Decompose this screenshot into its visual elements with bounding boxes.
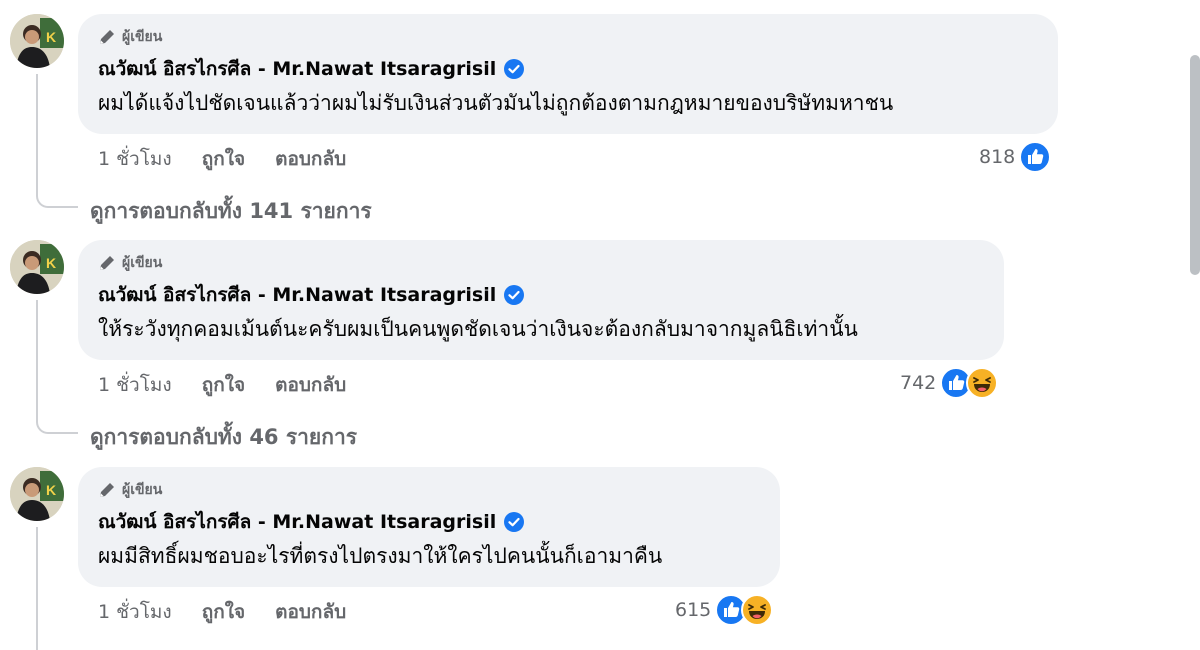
comment-actions: 1 ชั่วโมง ถูกใจ ตอบกลับ <box>98 144 346 174</box>
like-reaction-icon <box>1019 141 1052 173</box>
pencil-icon <box>98 28 116 46</box>
author-badge-label: ผู้เขียน <box>122 29 163 45</box>
comment-text: ผมมีสิทธิ์ผมชอบอะไรที่ตรงไปตรงมาให้ใครไป… <box>98 544 663 568</box>
reaction-summary[interactable]: 615 <box>675 594 774 626</box>
like-button[interactable]: ถูกใจ <box>202 597 245 627</box>
avatar[interactable]: K <box>10 14 64 68</box>
reaction-count: 742 <box>900 372 937 394</box>
pencil-icon <box>98 481 116 499</box>
commenter-name[interactable]: ณวัฒน์ อิสรไกรศีล - Mr.Nawat Itsaragrisi… <box>98 54 496 84</box>
scrollbar-thumb[interactable] <box>1190 55 1200 275</box>
like-button[interactable]: ถูกใจ <box>202 370 245 400</box>
pencil-icon <box>98 254 116 272</box>
like-button[interactable]: ถูกใจ <box>202 144 245 174</box>
view-replies-link[interactable]: ดูการตอบกลับทั้ง 46 รายการ <box>90 421 357 454</box>
view-replies-link[interactable]: ดูการตอบกลับทั้ง 141 รายการ <box>90 195 372 228</box>
comment-text: ผมได้แจ้งไปชัดเจนแล้วว่าผมไม่รับเงินส่วน… <box>98 91 894 115</box>
comment-bubble: ผู้เขียน ณวัฒน์ อิสรไกรศีล - Mr.Nawat It… <box>78 467 780 587</box>
comment: K ผู้เขียน ณวัฒน์ อิสรไกรศีล - Mr.Nawat … <box>0 240 1100 440</box>
avatar[interactable]: K <box>10 240 64 294</box>
comment-text: ให้ระวังทุกคอมเม้นต์นะครับผมเป็นคนพูดชัด… <box>98 317 858 341</box>
verified-badge-icon <box>504 59 525 79</box>
author-badge-label: ผู้เขียน <box>122 255 163 271</box>
commenter-name[interactable]: ณวัฒน์ อิสรไกรศีล - Mr.Nawat Itsaragrisi… <box>98 507 496 537</box>
svg-text:K: K <box>46 255 56 271</box>
comment-timestamp[interactable]: 1 ชั่วโมง <box>98 370 172 400</box>
reaction-count: 615 <box>675 599 712 621</box>
comments-panel: K ผู้เขียน ณวัฒน์ อิสรไกรศีล - Mr.Nawat … <box>0 0 1200 650</box>
svg-text:K: K <box>46 482 56 498</box>
verified-badge-icon <box>504 512 525 532</box>
author-badge-label: ผู้เขียน <box>122 482 163 498</box>
comment-bubble: ผู้เขียน ณวัฒน์ อิสรไกรศีล - Mr.Nawat It… <box>78 14 1058 134</box>
comment-timestamp[interactable]: 1 ชั่วโมง <box>98 597 172 627</box>
commenter-name[interactable]: ณวัฒน์ อิสรไกรศีล - Mr.Nawat Itsaragrisi… <box>98 280 496 310</box>
reply-button[interactable]: ตอบกลับ <box>275 597 346 627</box>
comment-actions: 1 ชั่วโมง ถูกใจ ตอบกลับ <box>98 370 346 400</box>
comment-timestamp[interactable]: 1 ชั่วโมง <box>98 144 172 174</box>
comment-bubble: ผู้เขียน ณวัฒน์ อิสรไกรศีล - Mr.Nawat It… <box>78 240 1004 360</box>
svg-text:K: K <box>46 29 56 45</box>
reply-button[interactable]: ตอบกลับ <box>275 144 346 174</box>
reaction-count: 818 <box>979 146 1016 168</box>
author-badge: ผู้เขียน <box>98 26 1038 48</box>
avatar[interactable]: K <box>10 467 64 521</box>
reaction-summary[interactable]: 818 <box>979 141 1052 173</box>
comment: K ผู้เขียน ณวัฒน์ อิสรไกรศีล - Mr.Nawat … <box>0 467 1100 650</box>
reply-button[interactable]: ตอบกลับ <box>275 370 346 400</box>
comment: K ผู้เขียน ณวัฒน์ อิสรไกรศีล - Mr.Nawat … <box>0 14 1100 214</box>
author-badge: ผู้เขียน <box>98 479 760 501</box>
comment-actions: 1 ชั่วโมง ถูกใจ ตอบกลับ <box>98 597 346 627</box>
haha-reaction-icon <box>966 367 999 399</box>
haha-reaction-icon <box>741 594 774 626</box>
verified-badge-icon <box>504 285 525 305</box>
reaction-summary[interactable]: 742 <box>900 367 999 399</box>
author-badge: ผู้เขียน <box>98 252 984 274</box>
